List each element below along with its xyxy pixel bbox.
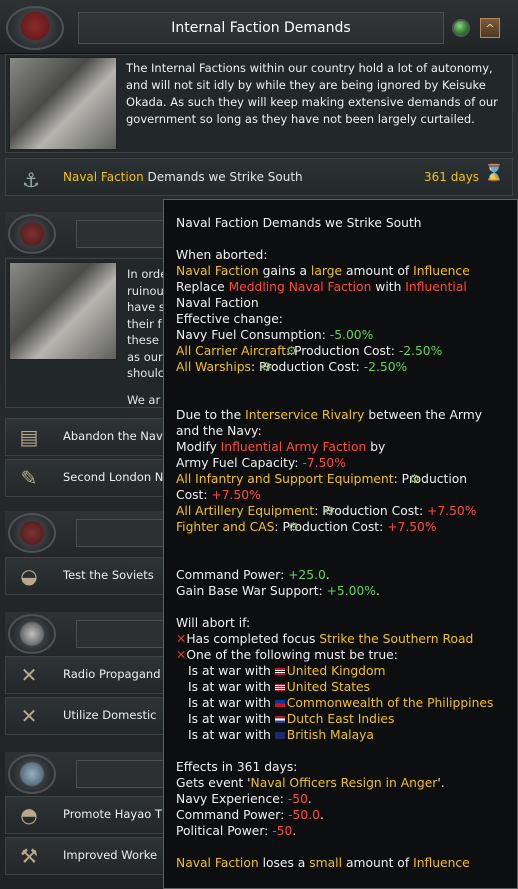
tooltip-war-line: Is at war with Dutch East Indies bbox=[188, 712, 395, 726]
production-gear-icon: ⚙ bbox=[324, 504, 336, 518]
battleship-photo bbox=[9, 262, 117, 360]
malaya-flag-icon bbox=[274, 732, 285, 739]
description-photo bbox=[9, 57, 117, 150]
tooltip-title: Naval Faction Demands we Strike South bbox=[176, 216, 422, 230]
section-title-bar bbox=[76, 620, 166, 648]
helmet-icon: ◒ bbox=[20, 564, 38, 588]
hourglass-icon: ⌛ bbox=[484, 163, 504, 182]
cross-icon: ✕ bbox=[176, 632, 187, 646]
netherlands-flag-icon bbox=[274, 716, 285, 723]
tooltip-war-line: Is at war with United States bbox=[188, 680, 371, 694]
tooltip-line: Effective change: bbox=[176, 312, 283, 326]
tooltip-line: Political Power: -50. bbox=[176, 824, 297, 838]
section-emblem-icon bbox=[8, 214, 56, 254]
status-light-icon[interactable] bbox=[452, 19, 470, 37]
crossed-rifles-icon: ✕ bbox=[20, 704, 38, 728]
anchor-icon: ⚓ bbox=[22, 168, 40, 192]
tooltip-line: Modify Influential Army Faction by bbox=[176, 440, 386, 454]
section-title-bar bbox=[76, 519, 166, 547]
tooltip-line: Army Fuel Capacity: -7.50% bbox=[176, 456, 346, 470]
tooltip-war-line: Is at war with British Malaya bbox=[188, 728, 374, 742]
production-gear-icon: ⚙ bbox=[288, 520, 300, 534]
tooltip-line: Gain Base War Support: +5.00%. bbox=[176, 584, 380, 598]
tooltip-line: Fighter and CAS ⚙: Production Cost: +7.50… bbox=[176, 520, 437, 534]
megaphone-icon bbox=[8, 614, 56, 654]
production-gear-icon: ⚙ bbox=[409, 472, 421, 486]
production-gear-icon: ⚙ bbox=[286, 344, 298, 358]
tooltip-line: Cost: +7.50% bbox=[176, 488, 261, 502]
tooltip-line: All Artillery Equipment ⚙: Production Cos… bbox=[176, 504, 477, 518]
tooltip-line: Command Power: -50.0. bbox=[176, 808, 324, 822]
tooltip-effects-in: Effects in 361 days: bbox=[176, 760, 298, 774]
cross-icon: ✕ bbox=[176, 648, 187, 662]
tooltip-line: Navy Fuel Consumption: -5.00% bbox=[176, 328, 374, 342]
tooltip-will-abort: Will abort if: bbox=[176, 616, 251, 630]
window-title: Internal Faction Demands bbox=[78, 12, 444, 44]
section-title-bar bbox=[76, 760, 166, 788]
crossed-rifles-icon: ✕ bbox=[20, 663, 38, 687]
tooltip-war-line: Is at war with United Kingdom bbox=[188, 664, 386, 678]
tooltip-line: Replace Meddling Naval Faction with Infl… bbox=[176, 280, 467, 294]
tooltip-line: ✕One of the following must be true: bbox=[176, 648, 398, 662]
tooltip-line: and the Navy: bbox=[176, 424, 262, 438]
faction-emblem-icon bbox=[6, 6, 64, 50]
uk-flag-icon bbox=[274, 668, 285, 675]
cap-icon: ◓ bbox=[20, 803, 38, 827]
tooltip-line: Navy Experience: -50. bbox=[176, 792, 312, 806]
tooltip-line: Due to the Interservice Rivalry between … bbox=[176, 408, 483, 422]
side-item-label: Improved Worke bbox=[63, 848, 158, 862]
tooltip-line: All Warships ⚙: Production Cost: -2.50% bbox=[176, 360, 408, 374]
production-gear-icon: ⚙ bbox=[261, 360, 273, 374]
section-emblem-icon bbox=[8, 513, 56, 553]
aircraft-icon bbox=[8, 754, 56, 794]
side-item-label: Test the Soviets bbox=[63, 568, 154, 582]
side-item-label: Utilize Domestic bbox=[63, 708, 157, 722]
philippines-flag-icon bbox=[274, 700, 285, 707]
side-item-label: Radio Propagand bbox=[63, 667, 161, 681]
tooltip-war-line: Is at war with Commonwealth of the Phili… bbox=[188, 696, 494, 710]
tooltip-line: Naval Faction bbox=[176, 296, 259, 310]
side-item-label: Promote Hayao T bbox=[63, 807, 162, 821]
demand-title: Naval Faction Demands we Strike South bbox=[63, 170, 303, 184]
ink-icon: ✎ bbox=[20, 466, 38, 490]
tooltip-when-aborted: When aborted: bbox=[176, 248, 268, 262]
tooltip-line: All Carrier Aircraft ⚙: Production Cost: … bbox=[176, 344, 443, 358]
section-title-bar bbox=[76, 220, 166, 248]
tooltip-line: Naval Faction gains a large amount of In… bbox=[176, 264, 470, 278]
document-icon: ▤ bbox=[19, 425, 39, 449]
tooltip-line: Gets event 'Naval Officers Resign in Ang… bbox=[176, 776, 445, 790]
tools-icon: ⚒ bbox=[20, 844, 38, 868]
side-item-label: Second London N bbox=[63, 470, 163, 484]
minimize-button[interactable]: ^ bbox=[480, 18, 500, 38]
tooltip-line: Naval Faction loses a small amount of In… bbox=[176, 856, 470, 870]
tooltip-line: Command Power: +25.0. bbox=[176, 568, 330, 582]
tooltip-line: All Infantry and Support Equipment ⚙: Pro… bbox=[176, 472, 468, 486]
us-flag-icon bbox=[274, 684, 285, 691]
description-text: The Internal Factions within our country… bbox=[126, 61, 498, 126]
demand-days: 361 days bbox=[424, 170, 480, 184]
side-item-label: Abandon the Nav bbox=[63, 429, 163, 443]
section-description-text: In orde ruinou have s their f these as our sho… bbox=[127, 267, 168, 407]
tooltip-line: ✕Has completed focus Strike the Southern… bbox=[176, 632, 474, 646]
